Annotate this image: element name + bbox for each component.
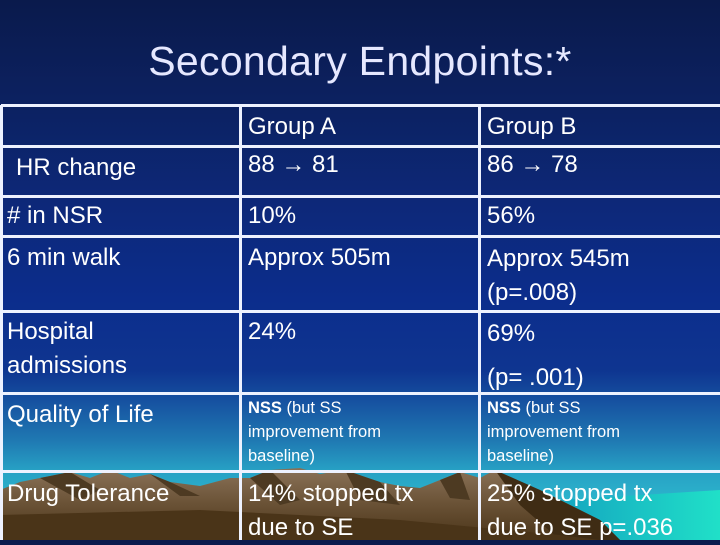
qol-text: (but SS [281,399,342,417]
arrow-right-icon: → [520,151,545,178]
group-b-6-min-walk: Approx 545m (p=.008) [487,242,630,310]
slide: Secondary Endpoints:* Group A Group B HR… [0,0,720,541]
qol-text: improvement from [487,423,620,441]
table-row-divider [1,195,720,198]
table-row-divider [1,310,720,313]
group-a-6-min-walk: Approx 505m [248,244,391,271]
tolerance-text: 25% stopped tx [487,480,653,507]
row-label-hospital-admissions: Hospital admissions [7,315,127,383]
column-header-group-a: Group A [248,113,337,140]
group-a-hospital-admissions: 24% [248,318,297,345]
p-value: (p=.008) [487,279,578,306]
group-a-hr-change: 88 → 81 [248,145,339,185]
hr-to-value: 81 [312,151,339,178]
hr-from-value: 88 [248,151,275,178]
walk-value: Approx 545m [487,245,630,272]
table-border-top [1,104,720,107]
qol-text: improvement from [248,423,381,441]
table-row-divider [1,470,720,473]
column-header-group-b: Group B [487,113,577,140]
table-border-left [0,105,3,540]
table-column-divider [239,105,242,540]
row-label-6-min-walk: 6 min walk [7,244,121,271]
group-a-quality-of-life: NSS (but SS improvement from baseline) [248,396,381,468]
label-line: admissions [7,352,128,379]
hr-to-value: 78 [551,151,578,178]
row-label-hr-change: HR change [16,154,137,181]
nss-label: NSS [487,399,521,417]
table-column-divider [478,105,481,540]
tolerance-text: 14% stopped tx [248,480,414,507]
qol-text: baseline) [487,447,554,465]
group-b-hr-change: 86 → 78 [487,145,578,185]
row-label-quality-of-life: Quality of Life [7,401,154,428]
row-label-drug-tolerance: Drug Tolerance [7,480,170,507]
slide-title: Secondary Endpoints:* [148,38,572,84]
group-a-drug-tolerance: 14% stopped tx due to SE [248,477,413,545]
p-value: (p= .001) [487,364,584,391]
qol-text: (but SS [520,399,581,417]
arrow-right-icon: → [281,151,306,178]
hr-from-value: 86 [487,151,514,178]
group-b-hospital-admissions: 69% (p= .001) [487,312,584,400]
group-b-nsr: 56% [487,202,536,229]
nss-label: NSS [248,399,282,417]
qol-text: baseline) [248,447,315,465]
label-line: Hospital [7,318,94,345]
row-label-nsr: # in NSR [7,202,104,229]
admissions-value: 69% [487,320,536,347]
group-a-nsr: 10% [248,202,297,229]
group-b-drug-tolerance: 25% stopped tx due to SE p=.036 [487,477,673,545]
group-b-quality-of-life: NSS (but SS improvement from baseline) [487,396,620,468]
